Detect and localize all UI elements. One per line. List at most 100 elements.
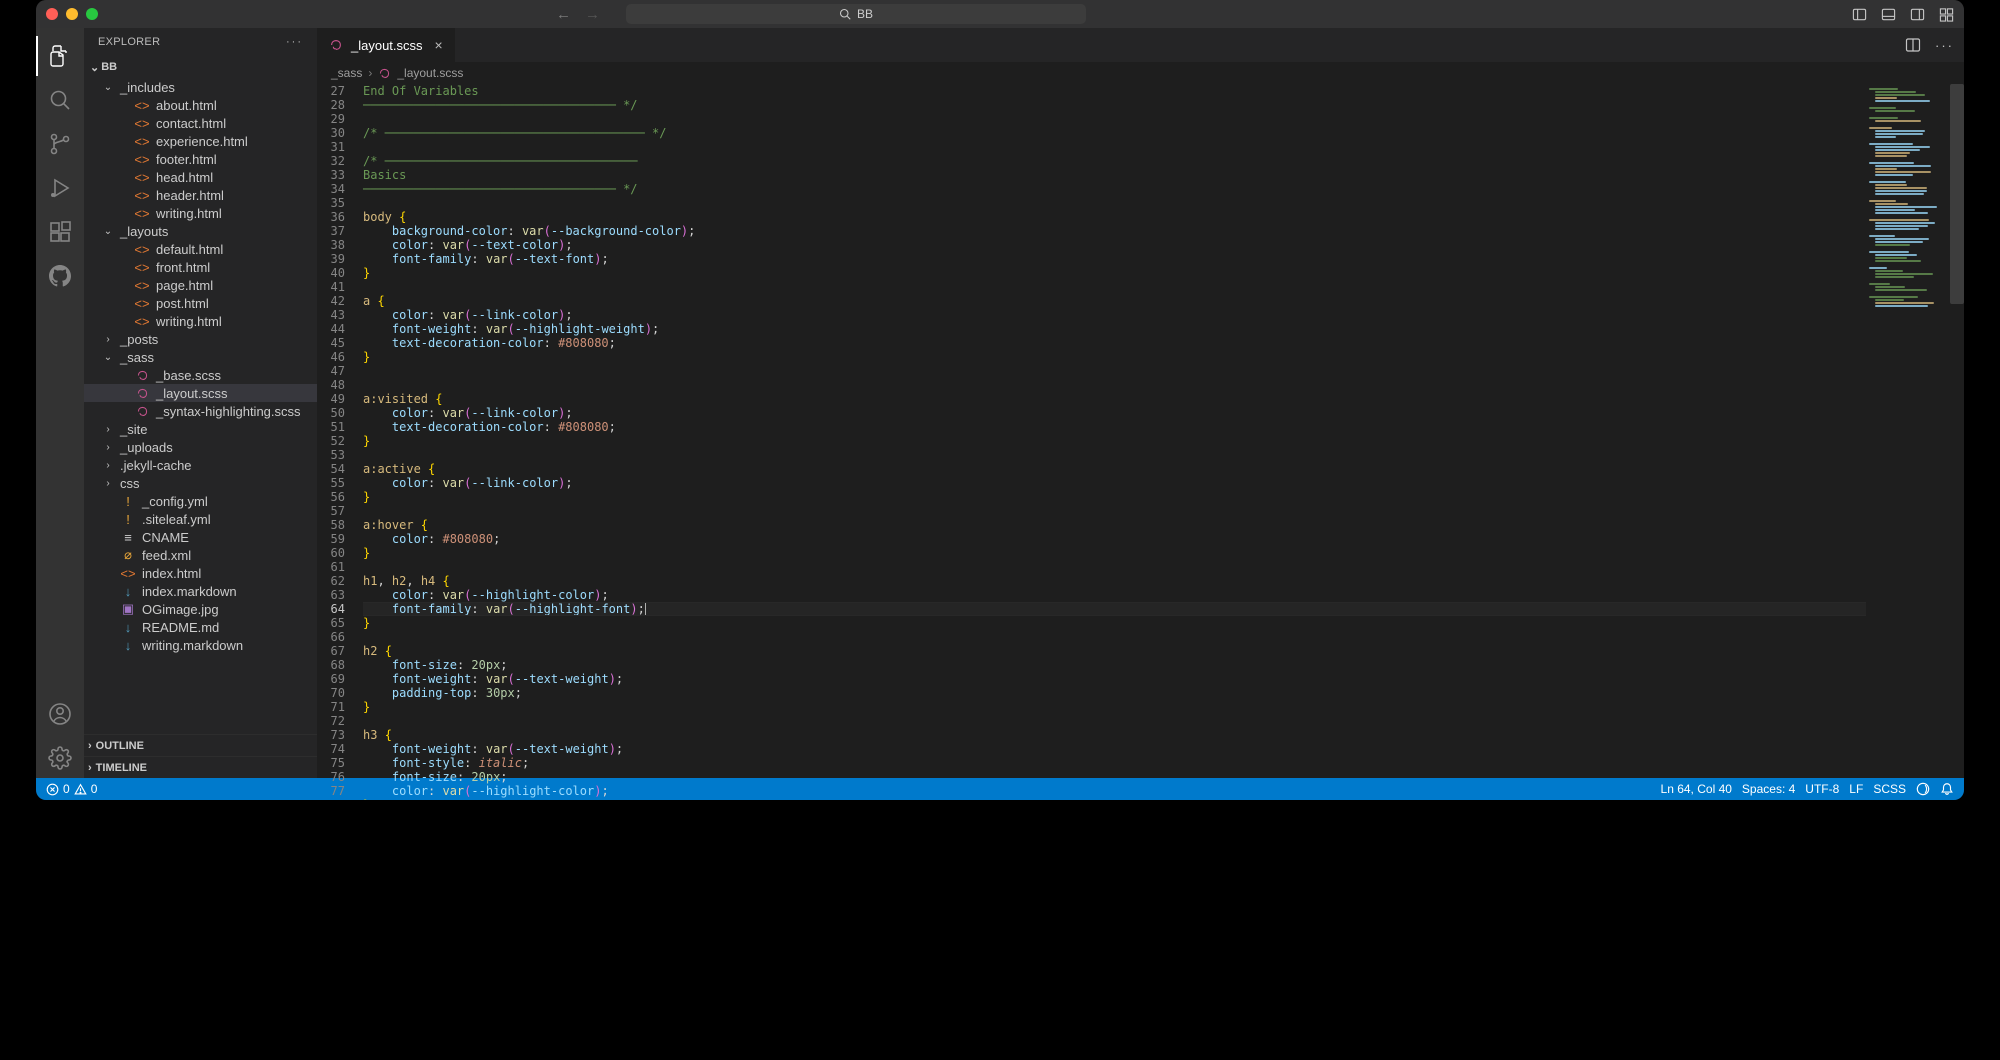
code-line[interactable]: /* ──────────────────────────────────── … [363,126,1866,140]
notifications-icon[interactable] [1940,782,1954,796]
code-line[interactable]: color: #808080; [363,532,1866,546]
github-tab[interactable] [36,256,84,296]
folder-row[interactable]: ⌄_sass [84,348,317,366]
code-line[interactable]: End Of Variables [363,84,1866,98]
file-row[interactable]: <>index.html [84,564,317,582]
toggle-primary-sidebar-icon[interactable] [1852,7,1867,22]
file-row[interactable]: <>post.html [84,294,317,312]
code-line[interactable]: /* ─────────────────────────────────── [363,154,1866,168]
file-row[interactable]: ⌀feed.xml [84,546,317,564]
customize-layout-icon[interactable] [1939,7,1954,22]
code-line[interactable]: color: var(--link-color); [363,308,1866,322]
code-line[interactable]: color: var(--link-color); [363,406,1866,420]
code-line[interactable]: } [363,266,1866,280]
code-line[interactable]: ─────────────────────────────────── */ [363,98,1866,112]
file-row[interactable]: ↓index.markdown [84,582,317,600]
language-mode[interactable]: SCSS [1873,782,1906,796]
file-row[interactable]: <>footer.html [84,150,317,168]
code-line[interactable] [363,140,1866,154]
minimap-slider[interactable] [1950,84,1964,304]
folder-row[interactable]: ›.jekyll-cache [84,456,317,474]
file-row[interactable]: <>experience.html [84,132,317,150]
folder-row[interactable]: ›css [84,474,317,492]
code-line[interactable]: color: var(--link-color); [363,476,1866,490]
code-line[interactable]: h1, h2, h4 { [363,574,1866,588]
folder-row[interactable]: ›_site [84,420,317,438]
toggle-panel-icon[interactable] [1881,7,1896,22]
file-row[interactable]: ↓writing.markdown [84,636,317,654]
run-debug-tab[interactable] [36,168,84,208]
code-line[interactable]: } [363,798,1866,800]
code-line[interactable]: font-style: italic; [363,756,1866,770]
file-row[interactable]: <>page.html [84,276,317,294]
file-row[interactable]: <>writing.html [84,312,317,330]
sidebar-more-icon[interactable]: ··· [286,36,303,48]
code-line[interactable]: color: var(--highlight-color); [363,784,1866,798]
code-line[interactable]: a:visited { [363,392,1866,406]
minimize-window-button[interactable] [66,8,78,20]
toggle-secondary-sidebar-icon[interactable] [1910,7,1925,22]
code-line[interactable]: font-weight: var(--text-weight); [363,742,1866,756]
feedback-icon[interactable] [1916,782,1930,796]
code-line[interactable] [363,112,1866,126]
code-line[interactable]: font-size: 20px; [363,770,1866,784]
source-control-tab[interactable] [36,124,84,164]
file-row[interactable]: !.siteleaf.yml [84,510,317,528]
file-row[interactable]: <>header.html [84,186,317,204]
code-line[interactable]: text-decoration-color: #808080; [363,336,1866,350]
folder-row[interactable]: ⌄_includes [84,78,317,96]
code-line[interactable] [363,448,1866,462]
code-line[interactable]: } [363,700,1866,714]
code-line[interactable]: } [363,616,1866,630]
close-window-button[interactable] [46,8,58,20]
command-center[interactable]: BB [626,4,1086,24]
file-row[interactable]: _base.scss [84,366,317,384]
code-line[interactable]: a { [363,294,1866,308]
back-button[interactable]: ← [556,6,571,23]
folder-row[interactable]: ⌄_layouts [84,222,317,240]
file-row[interactable]: !_config.yml [84,492,317,510]
search-tab[interactable] [36,80,84,120]
file-row[interactable]: <>writing.html [84,204,317,222]
close-tab-icon[interactable]: × [435,37,443,53]
settings-button[interactable] [36,738,84,778]
file-row[interactable]: <>front.html [84,258,317,276]
zoom-window-button[interactable] [86,8,98,20]
problems-indicator[interactable]: 0 0 [46,782,97,796]
code-line[interactable] [363,378,1866,392]
file-row[interactable]: <>head.html [84,168,317,186]
code-line[interactable] [363,560,1866,574]
explorer-tab[interactable] [36,36,84,76]
file-row[interactable]: <>contact.html [84,114,317,132]
code-line[interactable]: h3 { [363,728,1866,742]
code-line[interactable]: } [363,490,1866,504]
code-line[interactable]: a:active { [363,462,1866,476]
code-line[interactable]: color: var(--highlight-color); [363,588,1866,602]
code-line[interactable]: Basics [363,168,1866,182]
forward-button[interactable]: → [585,6,600,23]
code-line[interactable] [363,280,1866,294]
code-line[interactable] [363,196,1866,210]
code-line[interactable]: body { [363,210,1866,224]
code-line[interactable] [363,630,1866,644]
tab-layout-scss[interactable]: _layout.scss × [317,28,456,62]
code-line[interactable]: text-decoration-color: #808080; [363,420,1866,434]
file-row[interactable]: _layout.scss [84,384,317,402]
minimap[interactable] [1866,84,1964,778]
code-line[interactable]: background-color: var(--background-color… [363,224,1866,238]
code-line[interactable]: } [363,350,1866,364]
folder-row[interactable]: ›_uploads [84,438,317,456]
code-line[interactable]: font-size: 20px; [363,658,1866,672]
code-line[interactable]: h2 { [363,644,1866,658]
code-line[interactable] [363,714,1866,728]
outline-section[interactable]: › OUTLINE [84,734,317,756]
file-row[interactable]: ▣OGimage.jpg [84,600,317,618]
file-row[interactable]: ≡CNAME [84,528,317,546]
file-row[interactable]: <>default.html [84,240,317,258]
folder-section-header[interactable]: ⌄ BB [84,56,317,78]
code-line[interactable]: font-weight: var(--highlight-weight); [363,322,1866,336]
code-line[interactable]: font-family: var(--text-font); [363,252,1866,266]
breadcrumbs[interactable]: _sass › _layout.scss [317,62,1964,84]
split-editor-icon[interactable] [1905,37,1921,53]
folder-row[interactable]: ›_posts [84,330,317,348]
